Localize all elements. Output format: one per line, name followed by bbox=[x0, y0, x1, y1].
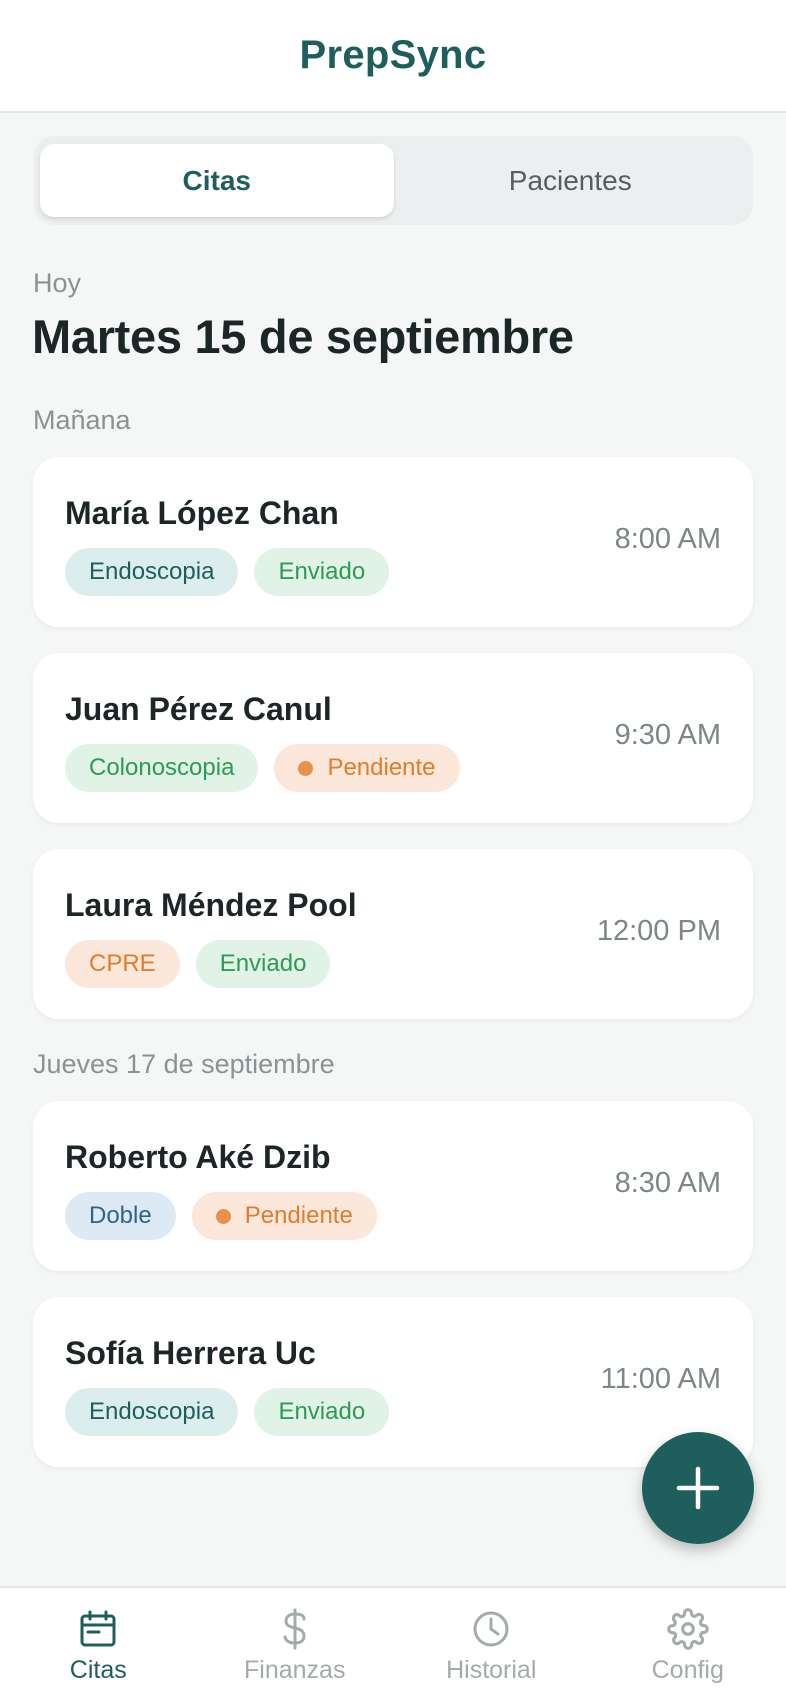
nav-item-citas[interactable]: Citas bbox=[0, 1588, 197, 1704]
appointment-time: 12:00 PM bbox=[596, 915, 721, 947]
nav-item-historial[interactable]: Historial bbox=[393, 1588, 590, 1704]
today-label: Hoy bbox=[33, 268, 82, 298]
appointment-time: 8:30 AM bbox=[614, 1167, 721, 1199]
appointment-time: 11:00 AM bbox=[600, 1363, 721, 1395]
dollar-icon bbox=[283, 1608, 306, 1650]
nav-item-finanzas[interactable]: Finanzas bbox=[197, 1588, 394, 1704]
procedure-badge: CPRE bbox=[65, 940, 180, 988]
plus-icon bbox=[676, 1466, 720, 1510]
procedure-badge: Endoscopia bbox=[65, 548, 239, 596]
app-header: PrepSync bbox=[0, 0, 786, 113]
appointment-card[interactable]: María López Chan Endoscopia Enviado 8:00… bbox=[33, 457, 753, 627]
status-badge: Pendiente bbox=[274, 744, 460, 792]
nav-item-config[interactable]: Config bbox=[590, 1588, 786, 1704]
section-label-jueves: Jueves 17 de septiembre bbox=[33, 1049, 335, 1079]
procedure-badge: Doble bbox=[65, 1192, 176, 1240]
appointment-card[interactable]: Roberto Aké Dzib Doble Pendiente 8:30 AM bbox=[33, 1101, 753, 1271]
section-label-manana: Mañana bbox=[33, 405, 131, 435]
status-dot-icon bbox=[215, 1208, 231, 1224]
clock-icon bbox=[473, 1611, 509, 1647]
appointment-card[interactable]: Sofía Herrera Uc Endoscopia Enviado 11:0… bbox=[33, 1297, 753, 1467]
appointment-time: 8:00 AM bbox=[614, 523, 721, 555]
appointment-card[interactable]: Juan Pérez Canul Colonoscopia Pendiente … bbox=[33, 653, 753, 823]
page-title: Martes 15 de septiembre bbox=[32, 310, 574, 363]
tab-pacientes[interactable]: Pacientes bbox=[394, 144, 748, 217]
status-badge: Pendiente bbox=[191, 1192, 377, 1240]
calendar-icon bbox=[80, 1610, 116, 1647]
procedure-badge: Colonoscopia bbox=[65, 744, 259, 792]
app-title: PrepSync bbox=[299, 33, 487, 77]
status-badge: Enviado bbox=[254, 1388, 390, 1436]
patient-name: Juan Pérez Canul bbox=[65, 691, 332, 727]
patient-name: Roberto Aké Dzib bbox=[65, 1139, 331, 1175]
status-badge: Enviado bbox=[254, 548, 390, 596]
status-dot-icon bbox=[298, 760, 314, 776]
nav-label: Config bbox=[651, 1656, 724, 1684]
status-badge: Enviado bbox=[195, 940, 331, 988]
appointment-card[interactable]: Laura Méndez Pool CPRE Enviado 12:00 PM bbox=[33, 849, 753, 1019]
nav-label: Citas bbox=[69, 1656, 127, 1684]
gear-icon bbox=[666, 1608, 709, 1650]
procedure-badge: Endoscopia bbox=[65, 1388, 239, 1436]
tab-citas[interactable]: Citas bbox=[40, 144, 394, 217]
nav-label: Historial bbox=[446, 1656, 537, 1684]
nav-label: Finanzas bbox=[244, 1656, 346, 1684]
view-switcher: Citas Pacientes bbox=[34, 136, 753, 225]
patient-name: Laura Méndez Pool bbox=[65, 887, 357, 923]
bottom-nav: Citas Finanzas Historial Config bbox=[0, 1586, 786, 1704]
patient-name: María López Chan bbox=[65, 495, 339, 531]
appointment-time: 9:30 AM bbox=[614, 719, 721, 751]
add-appointment-button[interactable] bbox=[642, 1432, 754, 1544]
patient-name: Sofía Herrera Uc bbox=[65, 1335, 316, 1371]
